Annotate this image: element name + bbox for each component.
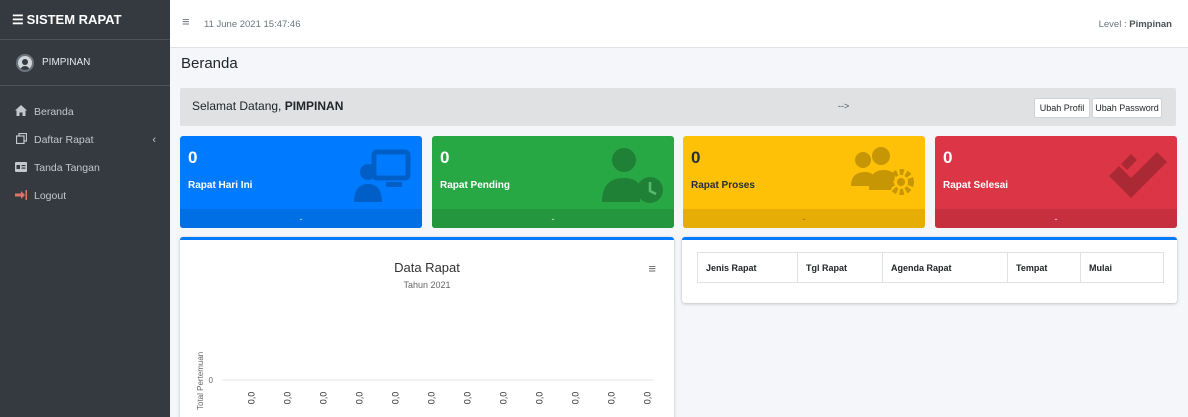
presentation-icon — [354, 149, 411, 202]
copy-icon — [14, 132, 28, 147]
sidebar-nav: Beranda Daftar Rapat ‹ Tanda Tangan Logo… — [0, 86, 170, 210]
sidebar-item-tanda-tangan[interactable]: Tanda Tangan — [0, 154, 170, 182]
sidebar-item-label: Daftar Rapat — [34, 134, 94, 146]
stat-footer[interactable]: - — [935, 209, 1177, 228]
home-icon — [14, 105, 28, 119]
x-tick-label: 0,0 — [462, 392, 472, 405]
x-tick-label: 0,0 — [498, 392, 508, 405]
double-check-icon — [1109, 152, 1167, 198]
user-name: PIMPINAN — [42, 57, 91, 68]
stat-label: Rapat Pending — [440, 180, 511, 191]
page-title: Beranda — [181, 55, 238, 72]
x-tick-label: 0,0 — [282, 392, 292, 405]
stat-value: 0 — [943, 148, 953, 167]
stat-value: 0 — [188, 148, 198, 167]
x-tick-label: 0,0 — [534, 392, 544, 405]
col-tgl-rapat: Tgl Rapat — [797, 252, 883, 283]
x-tick-label: 0,0 — [318, 392, 328, 405]
x-tick-label: 0,0 — [390, 392, 400, 405]
top-navbar: ≡ 11 June 2021 15:47:46 Level : Pimpinan — [170, 0, 1188, 48]
meeting-table: Jenis Rapat Tgl Rapat Agenda Rapat Tempa… — [697, 252, 1164, 283]
stat-box-rapat-pending: 0 Rapat Pending - — [432, 136, 674, 228]
level-value: Pimpinan — [1129, 19, 1172, 30]
col-jenis-rapat: Jenis Rapat — [697, 252, 798, 283]
chevron-left-icon: ‹ — [152, 134, 156, 146]
table-header-row: Jenis Rapat Tgl Rapat Agenda Rapat Tempa… — [697, 252, 1164, 283]
welcome-bar: Selamat Datang, PIMPINAN --> Ubah Profil… — [180, 88, 1176, 126]
sidebar-item-daftar-rapat[interactable]: Daftar Rapat ‹ — [0, 126, 170, 154]
users-cog-icon — [851, 147, 914, 195]
user-level: Level : Pimpinan — [1099, 19, 1172, 30]
user-panel[interactable]: PIMPINAN — [0, 40, 170, 86]
stat-footer[interactable]: - — [432, 209, 674, 228]
welcome-text: Selamat Datang, PIMPINAN — [192, 99, 343, 113]
x-tick-label: 0,0 — [642, 392, 652, 405]
welcome-greeting: Selamat Datang, — [192, 99, 285, 113]
list-icon: ☰ — [12, 11, 24, 27]
current-datetime: 11 June 2021 15:47:46 — [204, 19, 301, 30]
change-password-button[interactable]: Ubah Password — [1092, 98, 1162, 118]
sidebar-item-label: Beranda — [34, 106, 74, 118]
brand-title: SISTEM RAPAT — [26, 12, 122, 27]
sidebar-item-beranda[interactable]: Beranda — [0, 98, 170, 126]
stat-label: Rapat Proses — [691, 180, 755, 191]
stat-label: Rapat Selesai — [943, 180, 1009, 191]
user-clock-icon — [602, 148, 663, 203]
col-agenda-rapat: Agenda Rapat — [882, 252, 1008, 283]
id-card-icon — [14, 161, 28, 175]
stat-label: Rapat Hari Ini — [188, 180, 253, 191]
x-tick-label: 0,0 — [426, 392, 436, 405]
avatar — [16, 53, 34, 72]
chart-card: Data Rapat Tahun 2021 ≡ Total Pertemuan … — [180, 237, 674, 417]
stat-box-rapat-selesai: 0 Rapat Selesai - — [935, 136, 1177, 228]
x-tick-label: 0,0 — [354, 392, 364, 405]
x-tick-label: 0,0 — [606, 392, 616, 405]
brand[interactable]: ☰ SISTEM RAPAT — [0, 0, 170, 40]
x-tick-label: 0,0 — [246, 392, 256, 405]
level-label: Level : — [1098, 19, 1130, 30]
sign-out-icon — [14, 189, 28, 203]
sidebar-item-label: Tanda Tangan — [34, 162, 100, 174]
sidebar-item-logout[interactable]: Logout — [0, 182, 170, 210]
col-mulai: Mulai — [1080, 252, 1164, 283]
stat-box-rapat-hari-ini: 0 Rapat Hari Ini - — [180, 136, 422, 228]
edit-profile-button[interactable]: Ubah Profil — [1034, 98, 1090, 118]
col-tempat: Tempat — [1007, 252, 1081, 283]
sidebar: ☰ SISTEM RAPAT PIMPINAN Beranda Daftar R… — [0, 0, 170, 417]
chart-plot: 0 0,0 0,0 0,0 0,0 0,0 0,0 0,0 0,0 0,0 0,0 0,0 0,0 — [209, 376, 654, 405]
stat-box-rapat-proses: 0 Rapat Proses - — [683, 136, 925, 228]
sidebar-item-label: Logout — [34, 190, 67, 202]
hamburger-menu-icon[interactable]: ≡ — [182, 14, 190, 29]
stat-footer[interactable]: - — [180, 209, 422, 228]
x-tick-label: 0,0 — [570, 392, 580, 405]
welcome-name: PIMPINAN — [284, 99, 344, 113]
welcome-arrow: --> — [838, 101, 850, 111]
meeting-table-card: Jenis Rapat Tgl Rapat Agenda Rapat Tempa… — [682, 237, 1177, 303]
stat-footer[interactable]: - — [683, 209, 925, 228]
stat-value: 0 — [440, 148, 450, 167]
stat-value: 0 — [691, 148, 701, 167]
y-tick-label: 0 — [209, 376, 214, 385]
